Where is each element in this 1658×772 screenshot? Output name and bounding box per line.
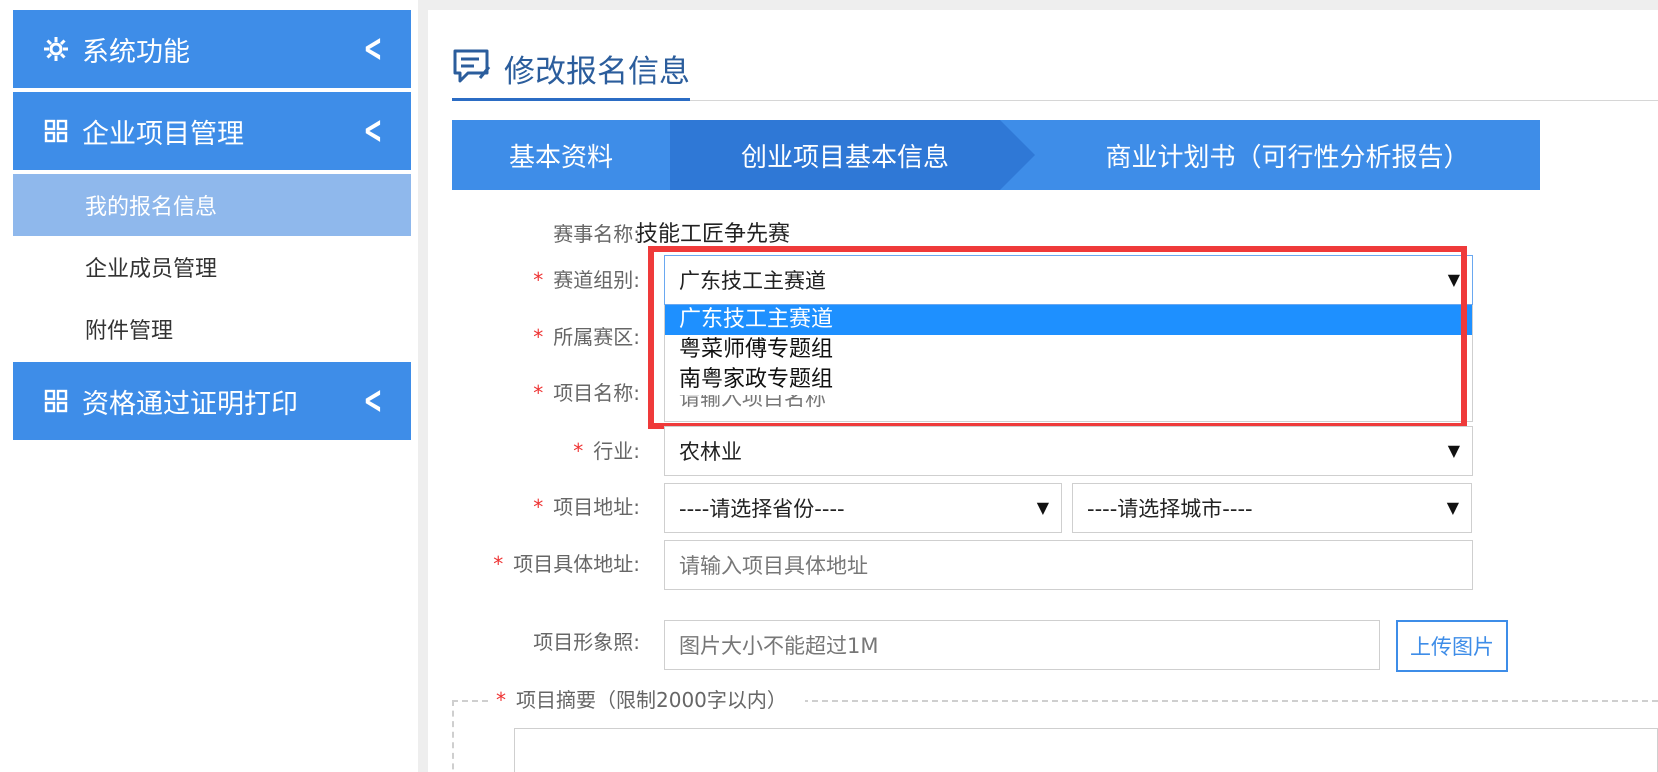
- province-select[interactable]: ----请选择省份---- ▼: [664, 483, 1062, 533]
- industry-label: * 行业:: [573, 439, 640, 463]
- detail-address-label: * 项目具体地址:: [493, 552, 640, 576]
- gear-icon: [38, 36, 74, 62]
- main-panel: 修改报名信息 基本资料 创业项目基本信息 商业计划书（可行性分析报告） 赛事名称…: [428, 10, 1658, 772]
- sidebar-item-my-registration[interactable]: 我的报名信息: [13, 174, 411, 236]
- step-tabs: 基本资料 创业项目基本信息 商业计划书（可行性分析报告）: [452, 120, 1540, 190]
- page-title: 修改报名信息: [504, 54, 690, 90]
- sidebar-item-attachment-management[interactable]: 附件管理: [13, 298, 411, 360]
- sidebar-group-label: 企业项目管理: [82, 118, 244, 150]
- project-name-label: * 项目名称:: [533, 381, 640, 405]
- dropdown-arrow-icon: ▼: [1036, 498, 1049, 517]
- summary-legend: * 项目摘要（限制2000字以内）: [488, 684, 805, 713]
- sidebar-group-label: 系统功能: [82, 36, 190, 68]
- page-header: 修改报名信息: [452, 46, 690, 91]
- track-label: * 赛道组别:: [533, 268, 640, 292]
- upload-image-button[interactable]: 上传图片: [1396, 620, 1508, 672]
- dropdown-arrow-icon: ▼: [1446, 498, 1459, 517]
- province-select-value: ----请选择省份----: [679, 497, 845, 521]
- sidebar-item-member-management[interactable]: 企业成员管理: [13, 236, 411, 298]
- highlight-box: [648, 246, 1467, 429]
- required-asterisk: *: [496, 688, 506, 712]
- required-asterisk: *: [493, 552, 504, 576]
- event-name-label: 赛事名称:: [553, 222, 640, 246]
- sidebar-group-enterprise[interactable]: 企业项目管理 <: [13, 92, 411, 170]
- tab-project-info[interactable]: 创业项目基本信息: [670, 120, 1020, 190]
- image-path-placeholder: 图片大小不能超过1M: [679, 634, 879, 658]
- required-asterisk: *: [573, 439, 584, 463]
- required-asterisk: *: [533, 325, 544, 349]
- region-label: * 所属赛区:: [533, 325, 640, 349]
- sidebar-group-system[interactable]: 系统功能 <: [13, 10, 411, 88]
- image-label: 项目形象照:: [533, 630, 640, 654]
- image-path-input[interactable]: 图片大小不能超过1M: [664, 620, 1380, 670]
- tab-label: 基本资料: [508, 142, 613, 173]
- grid-icon: [38, 119, 74, 143]
- industry-select-value: 农林业: [679, 440, 742, 464]
- chevron-left-icon: <: [363, 108, 383, 152]
- tab-label: 商业计划书（可行性分析报告）: [1105, 142, 1470, 173]
- summary-textarea[interactable]: [514, 728, 1658, 772]
- tab-business-plan[interactable]: 商业计划书（可行性分析报告）: [1035, 120, 1540, 190]
- required-asterisk: *: [533, 495, 544, 519]
- title-underline: [452, 98, 690, 101]
- event-name-value: 技能工匠争先赛: [636, 222, 791, 247]
- form-edit-icon: [452, 48, 492, 90]
- required-asterisk: *: [533, 381, 544, 405]
- city-select-value: ----请选择城市----: [1087, 497, 1253, 521]
- detail-address-placeholder: 请输入项目具体地址: [679, 554, 868, 578]
- grid-icon: [38, 389, 74, 413]
- industry-select[interactable]: 农林业 ▼: [664, 426, 1473, 476]
- sidebar-group-certificate-print[interactable]: 资格通过证明打印 <: [13, 362, 411, 440]
- sidebar-item-label: 我的报名信息: [85, 195, 218, 220]
- dropdown-arrow-icon: ▼: [1447, 441, 1460, 460]
- sidebar-group-label: 资格通过证明打印: [82, 388, 298, 420]
- tab-label: 创业项目基本信息: [740, 142, 949, 173]
- address-label: * 项目地址:: [533, 495, 640, 519]
- required-asterisk: *: [533, 268, 544, 292]
- chevron-left-icon: <: [363, 26, 383, 70]
- sidebar-item-label: 企业成员管理: [85, 257, 218, 282]
- city-select[interactable]: ----请选择城市---- ▼: [1072, 483, 1472, 533]
- sidebar-item-label: 附件管理: [85, 319, 174, 344]
- detail-address-input[interactable]: 请输入项目具体地址: [664, 540, 1473, 590]
- chevron-left-icon: <: [363, 378, 383, 422]
- sidebar: 系统功能 < 企业项目管理 < 我的报名信息 企业成员管理 附件管理 资格通过证…: [0, 0, 418, 772]
- tab-basic-info[interactable]: 基本资料: [452, 120, 670, 190]
